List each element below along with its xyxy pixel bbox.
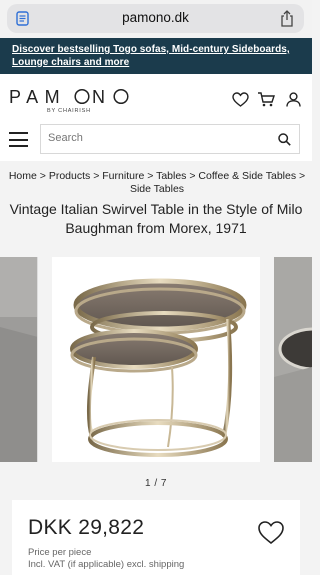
menu-icon[interactable] <box>9 132 28 147</box>
pamono-logo-icon: PAM N <box>9 87 129 107</box>
price-per-piece-note: Price per piece <box>28 547 92 558</box>
user-icon[interactable] <box>286 92 301 107</box>
search-icon[interactable] <box>278 133 291 146</box>
swivel-table-photo <box>70 278 247 457</box>
breadcrumb-products[interactable]: Products <box>49 170 90 182</box>
favorite-heart-icon[interactable] <box>257 520 285 545</box>
breadcrumb-separator: > <box>93 170 103 182</box>
breadcrumb-separator: > <box>147 170 157 182</box>
gallery-next-image[interactable] <box>274 257 312 462</box>
prev-photo-image <box>0 257 37 462</box>
breadcrumb-separator: > <box>39 170 49 182</box>
promo-link-line1[interactable]: Discover bestselling Togo sofas, Mid-cen… <box>12 44 300 57</box>
breadcrumb: Home > Products > Furniture > Tables > C… <box>3 170 311 196</box>
gallery-main-image[interactable] <box>52 257 260 462</box>
url-text[interactable]: pamono.dk <box>7 10 304 25</box>
site-header: PAM N BY CHAIRISH <box>0 74 312 121</box>
share-icon[interactable] <box>280 10 294 27</box>
breadcrumb-separator: > <box>299 170 306 182</box>
product-title: Vintage Italian Swirvel Table in the Sty… <box>9 201 303 236</box>
vat-note: Incl. VAT (if applicable) excl. shipping <box>28 559 185 570</box>
heart-icon[interactable] <box>232 92 249 107</box>
price-card: DKK 29,822 Price per piece Incl. VAT (if… <box>12 500 300 575</box>
product-price: DKK 29,822 <box>28 516 145 539</box>
product-gallery[interactable] <box>0 257 312 462</box>
promo-banner: Discover bestselling Togo sofas, Mid-cen… <box>0 38 312 74</box>
gallery-counter: 1 / 7 <box>145 478 167 489</box>
search-box[interactable] <box>40 124 300 154</box>
breadcrumb-home[interactable]: Home <box>9 170 37 182</box>
breadcrumb-coffee-side-tables[interactable]: Coffee & Side Tables <box>198 170 296 182</box>
gallery-prev-image[interactable] <box>0 257 38 462</box>
promo-link-line2[interactable]: Lounge chairs and more <box>12 57 300 70</box>
svg-text:N: N <box>92 87 112 107</box>
address-bar[interactable]: pamono.dk <box>7 4 304 33</box>
breadcrumb-furniture[interactable]: Furniture <box>102 170 144 182</box>
logo-subtitle: BY CHAIRISH <box>47 108 91 114</box>
browser-toolbar: pamono.dk <box>0 0 312 38</box>
breadcrumb-tables[interactable]: Tables <box>156 170 186 182</box>
breadcrumb-side-tables[interactable]: Side Tables <box>130 183 184 195</box>
svg-text:PAM: PAM <box>9 87 66 107</box>
search-input[interactable] <box>48 132 258 144</box>
cart-icon[interactable] <box>257 92 275 107</box>
search-row <box>0 121 312 161</box>
next-photo-image <box>274 257 312 462</box>
